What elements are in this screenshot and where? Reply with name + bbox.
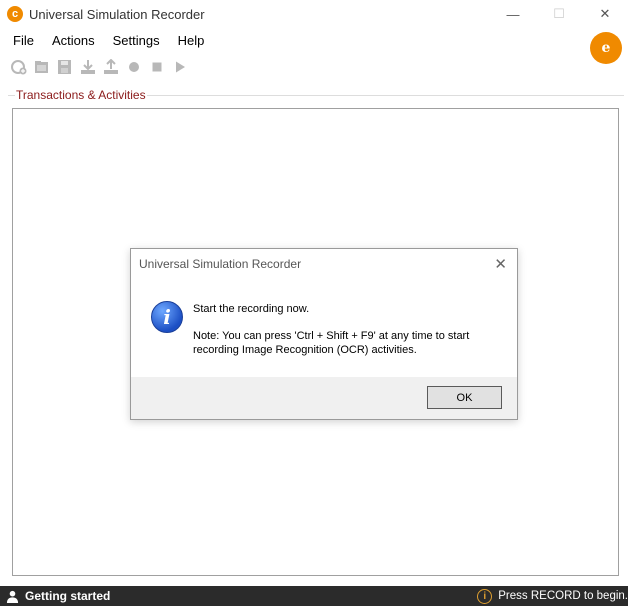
menu-actions[interactable]: Actions — [43, 28, 104, 54]
window-title: Universal Simulation Recorder — [29, 6, 205, 22]
dialog-note: Note: You can press 'Ctrl + Shift + F9' … — [193, 330, 470, 356]
dialog-close-button[interactable]: ✕ — [494, 255, 507, 273]
minimize-button[interactable]: — — [490, 0, 536, 28]
stop-icon — [152, 62, 161, 72]
menu-file[interactable]: File — [4, 28, 43, 54]
status-left-text: Getting started — [25, 589, 111, 603]
export-button[interactable] — [100, 57, 121, 78]
app-logo-icon: c — [7, 6, 23, 22]
status-right-text: Press RECORD to begin. — [498, 590, 628, 602]
import-button[interactable] — [77, 57, 98, 78]
download-icon — [80, 60, 95, 74]
ok-button[interactable]: OK — [427, 386, 502, 409]
message-dialog: Universal Simulation Recorder ✕ i Start … — [130, 248, 518, 420]
window-controls: — ☐ ✕ — [490, 0, 628, 28]
transactions-group-label: Transactions & Activities — [15, 88, 147, 102]
play-button[interactable] — [169, 57, 190, 78]
play-icon — [175, 61, 185, 73]
status-right: i Press RECORD to begin. — [477, 586, 628, 606]
save-button[interactable] — [54, 57, 75, 78]
open-button[interactable] — [31, 57, 52, 78]
status-info-icon: i — [477, 588, 493, 604]
menu-settings[interactable]: Settings — [104, 28, 169, 54]
upload-icon — [103, 59, 118, 74]
menu-help[interactable]: Help — [169, 28, 214, 54]
save-icon — [57, 60, 71, 74]
status-bar: Getting started i Press RECORD to begin. — [0, 586, 628, 606]
new-recording-button[interactable] — [8, 57, 29, 78]
record-icon — [128, 62, 139, 72]
new-recording-icon — [10, 60, 26, 75]
stop-button[interactable] — [146, 57, 167, 78]
dialog-message: Start the recording now. — [193, 303, 310, 315]
close-button[interactable]: ✕ — [582, 0, 628, 28]
brand-logo-icon: e — [590, 32, 622, 64]
dialog-footer: OK — [131, 377, 517, 419]
info-icon: i — [151, 301, 183, 333]
menu-bar: File Actions Settings Help — [0, 28, 628, 54]
title-bar: c Universal Simulation Recorder — ☐ ✕ — [0, 0, 628, 28]
toolbar — [8, 56, 190, 78]
open-folder-icon — [34, 61, 48, 73]
user-icon — [5, 589, 19, 603]
dialog-title: Universal Simulation Recorder — [139, 257, 302, 271]
maximize-button[interactable]: ☐ — [536, 0, 582, 28]
record-button[interactable] — [123, 57, 144, 78]
